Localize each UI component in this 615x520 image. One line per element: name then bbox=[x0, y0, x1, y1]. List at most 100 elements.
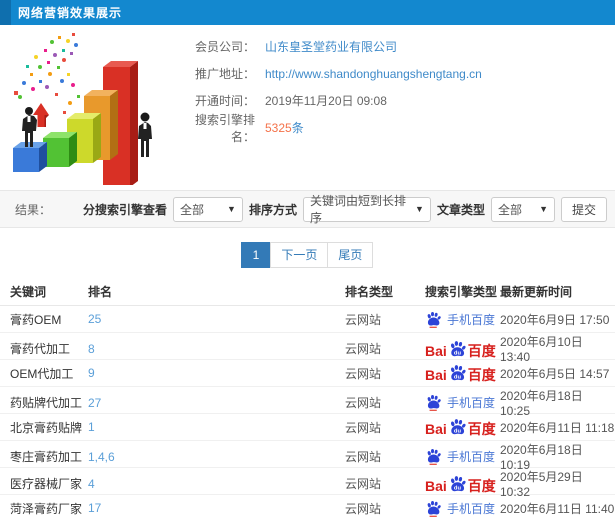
cell-rank-link[interactable]: 9 bbox=[88, 366, 345, 380]
mobile-baidu-badge: 手机百度 bbox=[425, 448, 495, 465]
cell-rank-link[interactable]: 17 bbox=[88, 501, 345, 515]
baidu-logo-cn: 百度 bbox=[467, 421, 496, 437]
cell-keyword: 医疗器械厂家 bbox=[10, 477, 83, 491]
article-type-value: 全部 bbox=[497, 202, 522, 217]
cell-rank-type: 云网站 bbox=[345, 477, 382, 491]
cell-updated-time: 2020年6月9日 17:50 bbox=[500, 312, 610, 327]
cell-rank-link[interactable]: 8 bbox=[88, 342, 345, 356]
promo-url-link[interactable]: http://www.shandonghuangshengtang.cn bbox=[265, 67, 482, 81]
field-rank-count: 搜索引擎排名： 5325条 bbox=[185, 113, 615, 144]
company-link[interactable]: 山东皇圣堂药业有限公司 bbox=[265, 38, 397, 55]
engine-filter-select[interactable]: 全部 ▼ bbox=[172, 196, 243, 222]
cell-rank-type: 云网站 bbox=[345, 366, 382, 381]
engine-filter-label: 分搜索引擎查看 bbox=[82, 202, 167, 217]
cell-engine-type: 手机百度 bbox=[425, 500, 500, 517]
sort-filter-select[interactable]: 关键词由短到长排序 ▼ bbox=[302, 194, 431, 225]
baidu-logo-bai: Bai bbox=[425, 342, 447, 359]
result-filter-bar: 结果： 分搜索引擎查看 全部 ▼ 排序方式 关键词由短到长排序 ▼ 文章类型 全… bbox=[0, 190, 615, 228]
cell-keyword: 菏泽膏药厂家 bbox=[10, 501, 83, 516]
page-button-current[interactable]: 1 bbox=[240, 242, 272, 268]
page-button-last[interactable]: 尾页 bbox=[327, 242, 374, 268]
cell-keyword: 枣庄膏药加工 bbox=[10, 450, 83, 464]
engine-filter-value: 全部 bbox=[179, 202, 204, 217]
cell-rank-type: 云网站 bbox=[345, 501, 382, 516]
mobile-baidu-badge: 手机百度 bbox=[425, 311, 495, 328]
cell-updated-time: 2020年6月11日 11:18 bbox=[500, 420, 615, 435]
rank-count-number: 5325 bbox=[265, 121, 292, 135]
cell-rank-link[interactable]: 25 bbox=[88, 312, 345, 326]
cell-keyword: 北京膏药贴牌 bbox=[10, 420, 83, 435]
bar-chart-illustration bbox=[0, 25, 185, 187]
result-label: 结果： bbox=[15, 202, 52, 217]
cell-engine-type: 手机百度 bbox=[425, 448, 500, 465]
cell-updated-time: 2020年6月5日 14:57 bbox=[500, 366, 610, 381]
table-row: 医疗器械厂家 4 云网站 Bai du 百度 2020年5月29日 10:32 bbox=[0, 468, 615, 499]
cell-updated-time: 2020年5月29日 10:32 bbox=[500, 470, 583, 499]
mobile-baidu-badge: 手机百度 bbox=[425, 500, 495, 517]
cell-rank-link[interactable]: 27 bbox=[88, 396, 345, 410]
cell-rank-type: 云网站 bbox=[345, 312, 382, 327]
field-promo-url: 推广地址： http://www.shandonghuangshengtang.… bbox=[185, 60, 615, 87]
page-button-next[interactable]: 下一页 bbox=[270, 242, 329, 268]
table-body: 膏药OEM 25 云网站 手机百度 2020年6月9日 17:50 膏药代加工 8 云网站 B… bbox=[0, 306, 615, 520]
baidu-paw-icon bbox=[427, 394, 441, 411]
cell-rank-link[interactable]: 1,4,6 bbox=[88, 450, 345, 464]
bar-green bbox=[43, 132, 77, 167]
sort-filter-label: 排序方式 bbox=[248, 202, 297, 217]
table-row: 菏泽膏药厂家 17 云网站 手机百度 2020年6月11日 11:40 bbox=[0, 495, 615, 520]
cell-keyword: 膏药代加工 bbox=[10, 342, 71, 356]
company-label: 会员公司： bbox=[194, 40, 255, 54]
cell-rank-type: 云网站 bbox=[345, 342, 382, 356]
baidu-logo-cn: 百度 bbox=[467, 342, 496, 359]
page-title: 网络营销效果展示 bbox=[18, 6, 123, 20]
baidu-logo: Bai du 百度 bbox=[425, 475, 496, 493]
info-section: 会员公司： 山东皇圣堂药业有限公司 推广地址： http://www.shand… bbox=[0, 25, 615, 190]
mobile-baidu-badge: 手机百度 bbox=[425, 394, 495, 411]
table-row: 药贴牌代加工 27 云网站 手机百度 2020年6月18日 10:25 bbox=[0, 387, 615, 418]
baidu-logo-cn: 百度 bbox=[467, 367, 496, 383]
field-company: 会员公司： 山东皇圣堂药业有限公司 bbox=[185, 33, 615, 60]
confetti-decoration bbox=[14, 33, 80, 114]
cell-rank-link[interactable]: 4 bbox=[88, 477, 345, 491]
baidu-logo: Bai du 百度 bbox=[425, 340, 496, 358]
cell-rank-type: 云网站 bbox=[345, 420, 382, 435]
svg-text:du: du bbox=[454, 375, 462, 381]
baidu-paw-icon bbox=[427, 448, 441, 465]
title-bar-accent bbox=[0, 0, 11, 25]
baidu-logo: Bai du 百度 bbox=[425, 364, 496, 382]
table-row: OEM代加工 9 云网站 Bai du 百度 2020年6月5日 14:57 bbox=[0, 360, 615, 387]
svg-text:du: du bbox=[454, 429, 462, 435]
results-table: 关键词 排名 排名类型 搜索引擎类型 最新更新时间 膏药OEM 25 云网站 手机百… bbox=[0, 278, 615, 520]
mobile-baidu-label: 手机百度 bbox=[447, 396, 496, 410]
cell-updated-time: 2020年6月11日 11:40 bbox=[500, 501, 615, 516]
table-row: 北京膏药贴牌 1 云网站 Bai du 百度 2020年6月11日 11:18 bbox=[0, 414, 615, 441]
baidu-paw-icon: du bbox=[450, 475, 466, 491]
baidu-paw-icon: du bbox=[450, 419, 466, 435]
rank-count-suffix: 条 bbox=[291, 121, 304, 135]
cell-rank-link[interactable]: 1 bbox=[88, 420, 345, 434]
baidu-logo-bai: Bai bbox=[425, 367, 447, 383]
header-keyword: 关键词 bbox=[10, 285, 47, 299]
article-type-select[interactable]: 全部 ▼ bbox=[490, 196, 555, 222]
header-rank: 排名 bbox=[88, 285, 113, 299]
baidu-logo: Bai du 百度 bbox=[425, 418, 496, 436]
svg-text:du: du bbox=[454, 485, 462, 491]
baidu-paw-icon bbox=[427, 311, 441, 328]
baidu-paw-icon bbox=[427, 500, 441, 517]
baidu-paw-icon: du bbox=[450, 340, 466, 356]
header-rank-type: 排名类型 bbox=[345, 285, 394, 299]
mobile-baidu-label: 手机百度 bbox=[447, 450, 496, 464]
svg-text:du: du bbox=[454, 350, 462, 356]
table-row: 膏药OEM 25 云网站 手机百度 2020年6月9日 17:50 bbox=[0, 306, 615, 333]
cell-keyword: 膏药OEM bbox=[10, 312, 62, 327]
cell-engine-type: Bai du 百度 bbox=[425, 340, 500, 358]
cell-rank-type: 云网站 bbox=[345, 396, 382, 410]
cell-keyword: OEM代加工 bbox=[10, 366, 74, 381]
mobile-baidu-label: 手机百度 bbox=[447, 501, 496, 516]
open-time-label: 开通时间： bbox=[194, 94, 255, 108]
submit-button[interactable]: 提交 bbox=[560, 196, 607, 222]
header-updated: 最新更新时间 bbox=[500, 285, 573, 299]
cell-rank-type: 云网站 bbox=[345, 450, 382, 464]
promo-url-label: 推广地址： bbox=[194, 67, 255, 81]
filters-group: 分搜索引擎查看 全部 ▼ 排序方式 关键词由短到长排序 ▼ 文章类型 全部 ▼ … bbox=[82, 194, 607, 225]
